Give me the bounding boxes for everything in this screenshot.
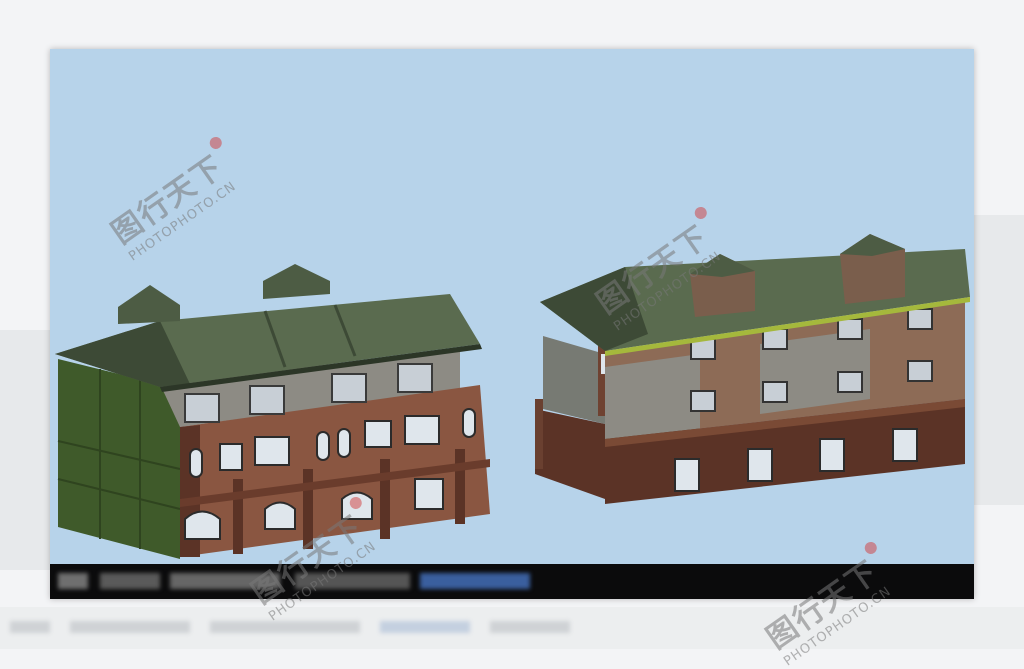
3d-viewport: [50, 49, 974, 564]
window: [819, 438, 845, 472]
background-ghost-building-right: [972, 215, 1024, 505]
window: [184, 393, 220, 423]
bottom-blurred-strip: [0, 607, 1024, 649]
window: [341, 491, 373, 520]
window: [219, 443, 243, 471]
window: [462, 408, 476, 438]
window: [747, 448, 773, 482]
window: [892, 428, 918, 462]
window: [690, 390, 716, 412]
window: [337, 428, 351, 458]
status-bar: [50, 564, 974, 599]
window: [364, 420, 392, 448]
blurred-status-link: [420, 573, 530, 589]
window: [264, 501, 296, 530]
building-render: [50, 49, 974, 564]
window: [404, 415, 440, 445]
blurred-status-text: [170, 573, 280, 589]
blurred-status-text: [58, 573, 88, 589]
window: [184, 510, 221, 540]
render-frame: [50, 49, 974, 599]
window: [837, 371, 863, 393]
window: [331, 373, 367, 403]
blurred-status-text: [295, 573, 410, 589]
window: [414, 478, 444, 510]
window: [249, 385, 285, 415]
window: [762, 381, 788, 403]
blurred-status-text: [100, 573, 160, 589]
window: [254, 436, 290, 466]
window: [674, 458, 700, 492]
window: [316, 431, 330, 461]
window: [907, 308, 933, 330]
window: [907, 360, 933, 382]
window: [837, 318, 863, 340]
window: [189, 448, 203, 478]
window: [397, 363, 433, 393]
